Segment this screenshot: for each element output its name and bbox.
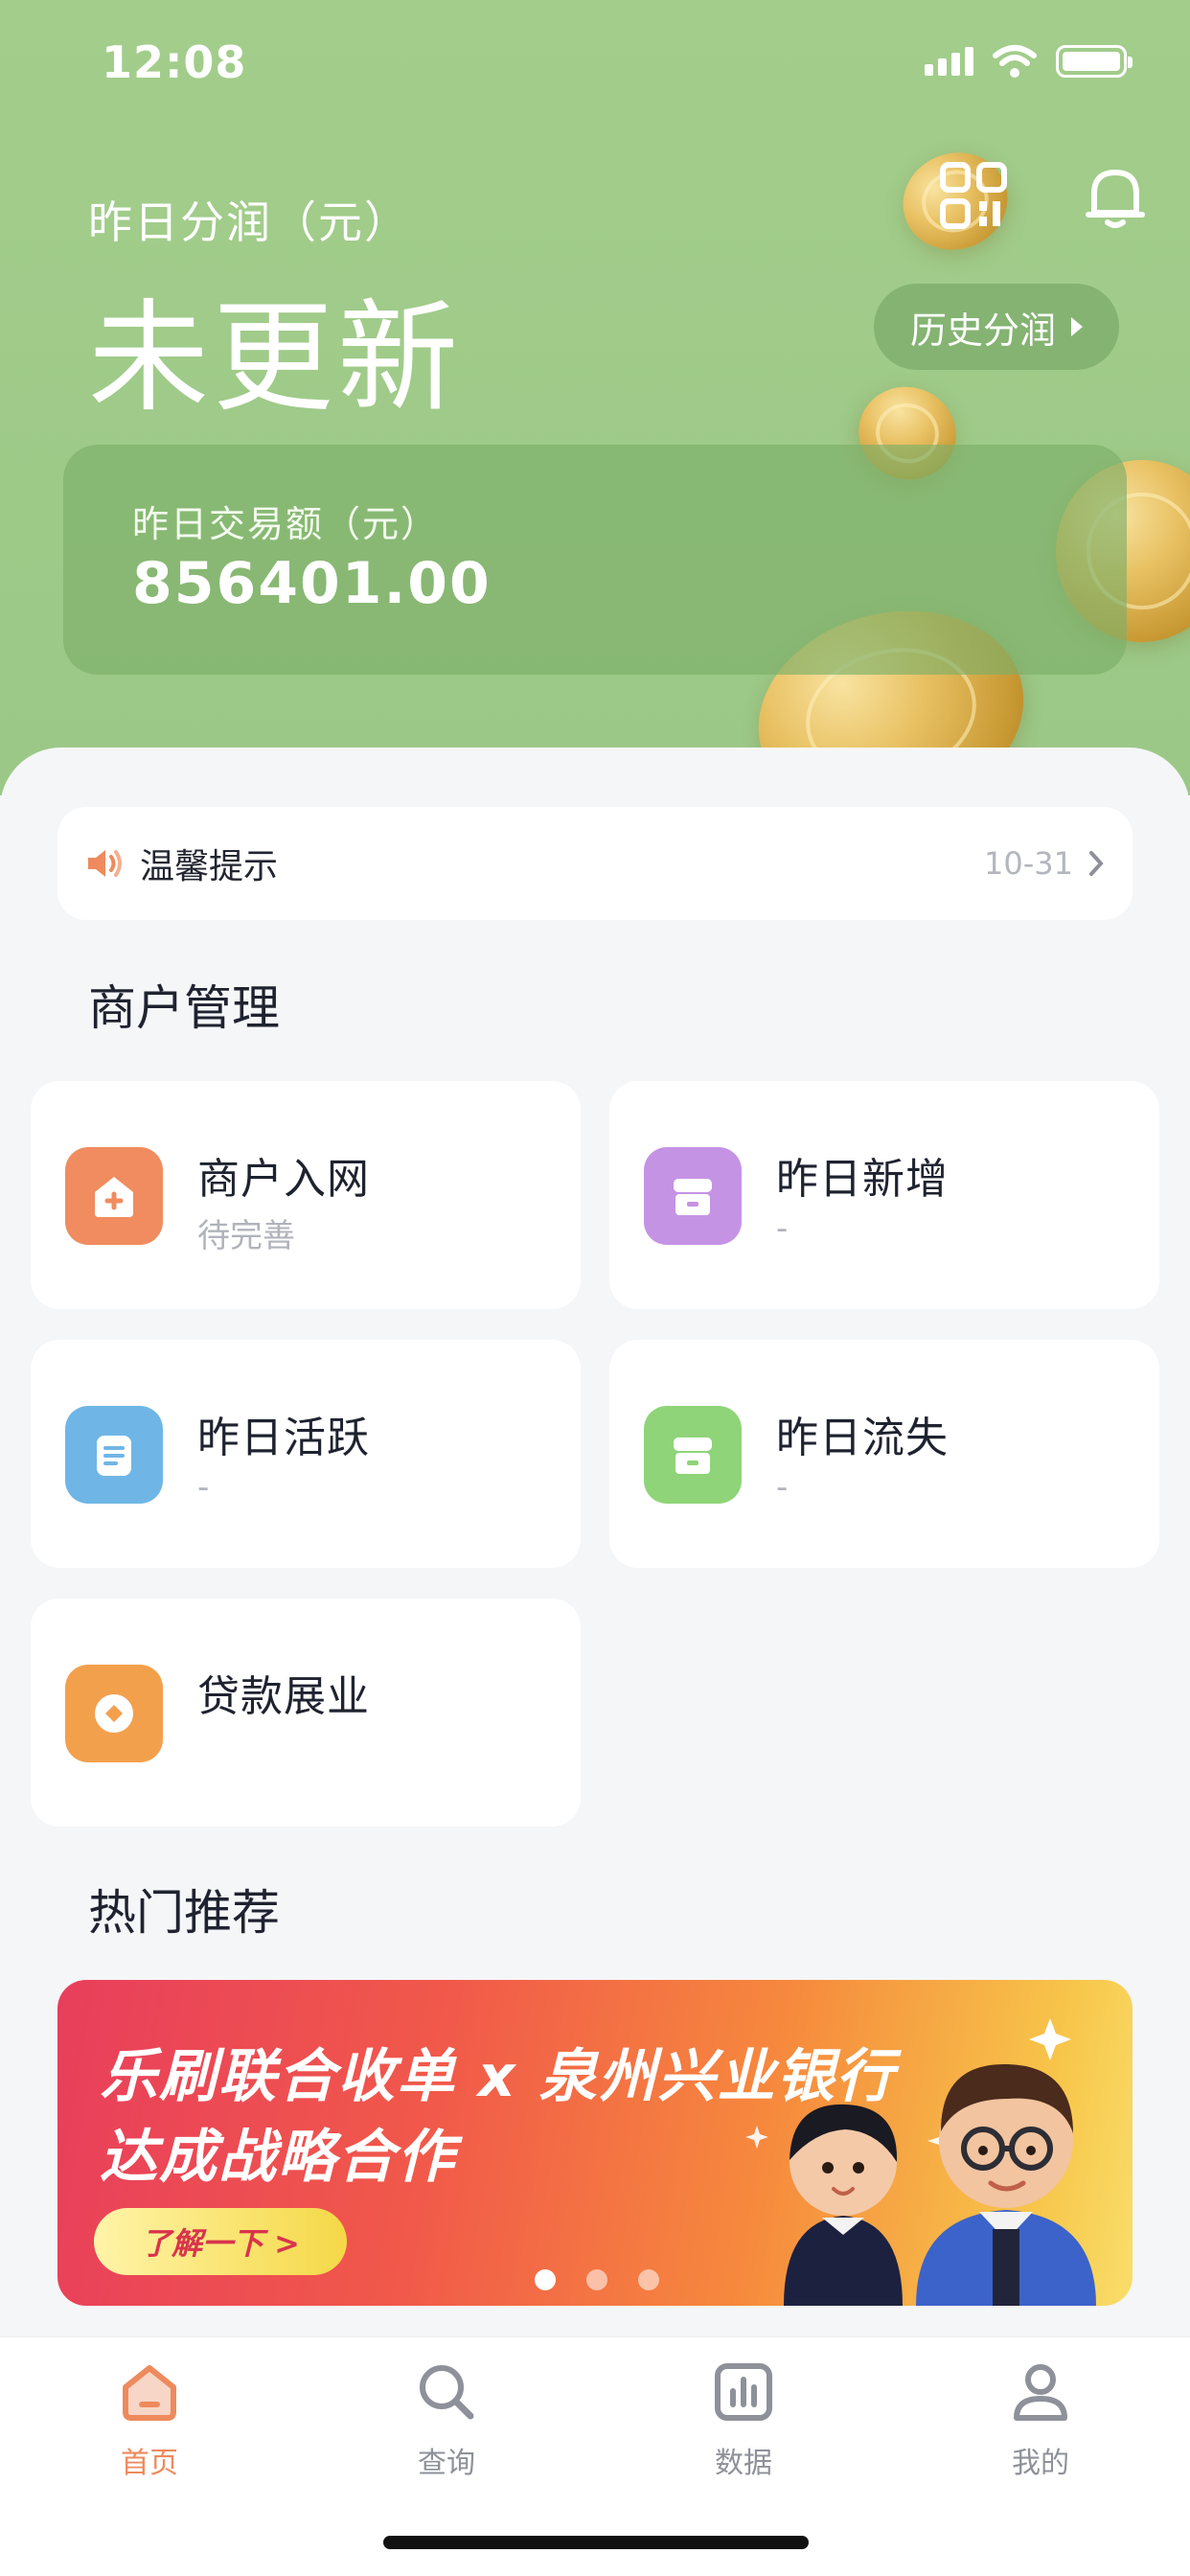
shop-lost-icon — [644, 1406, 742, 1504]
status-icons — [925, 44, 1133, 79]
notice-date: 10-31 — [984, 845, 1073, 882]
wifi-icon — [993, 45, 1037, 78]
cellular-signal-icon — [925, 47, 973, 76]
transaction-label: 昨日交易额（元） — [132, 503, 440, 545]
status-time: 12:08 — [102, 36, 247, 88]
tab-label: 我的 — [1012, 2447, 1069, 2480]
main-content: 温馨提示 10-31 商户管理 商户入网 待完善 昨日新增 - 昨日活跃 - 昨… — [0, 748, 1190, 2338]
tile-new-yesterday[interactable]: 昨日新增 - — [609, 1081, 1159, 1309]
tab-data[interactable]: 数据 — [648, 2358, 839, 2481]
carousel-dot[interactable] — [586, 2269, 607, 2290]
transaction-value: 856401.00 — [132, 550, 492, 617]
tab-label: 数据 — [715, 2447, 772, 2480]
user-icon — [1014, 2364, 1067, 2421]
tile-subtitle: 待完善 — [197, 1217, 295, 1255]
tile-title: 贷款展业 — [197, 1672, 370, 1721]
tile-title: 商户入网 — [197, 1155, 370, 1204]
banner-learn-more-button[interactable]: 了解一下 > — [94, 2208, 347, 2275]
document-icon — [65, 1406, 163, 1504]
tab-home[interactable]: 首页 — [54, 2358, 245, 2481]
chart-icon — [715, 2363, 772, 2421]
tile-title: 昨日活跃 — [197, 1414, 370, 1462]
tile-subtitle: - — [776, 1468, 789, 1506]
profit-value: 未更新 — [88, 288, 462, 428]
carousel-indicator[interactable] — [535, 2269, 659, 2290]
tab-search[interactable]: 查询 — [351, 2358, 542, 2481]
profit-label: 昨日分润（元） — [88, 196, 410, 248]
tile-lost-yesterday[interactable]: 昨日流失 - — [609, 1340, 1159, 1568]
tile-subtitle: - — [197, 1468, 210, 1506]
home-indicator — [383, 2536, 809, 2549]
banner-characters-illustration — [745, 2018, 1096, 2306]
merchant-section-title: 商户管理 — [88, 980, 280, 1036]
history-profit-label: 历史分润 — [909, 309, 1056, 352]
bell-icon[interactable] — [1081, 161, 1150, 230]
store-add-icon — [65, 1147, 163, 1245]
tile-title: 昨日流失 — [776, 1414, 949, 1462]
promo-banner[interactable]: 乐刷联合收单 x 泉州兴业银行 达成战略合作 了解一下 > — [57, 1980, 1133, 2306]
banner-subheadline: 达成战略合作 — [100, 2124, 456, 2191]
loan-icon — [65, 1665, 163, 1762]
tile-subtitle: - — [776, 1209, 789, 1248]
notice-bar[interactable]: 温馨提示 10-31 — [57, 807, 1133, 920]
history-profit-button[interactable]: 历史分润 — [874, 284, 1119, 370]
carousel-dot[interactable] — [535, 2269, 556, 2290]
speaker-icon — [88, 850, 122, 877]
tile-active-yesterday[interactable]: 昨日活跃 - — [31, 1340, 581, 1568]
header: 12:08 昨日分润（元） 未更新 历史分润 昨日交易额（元） 856401.0… — [0, 0, 1190, 795]
tab-label: 首页 — [121, 2447, 178, 2480]
chevron-right-icon — [1089, 851, 1104, 876]
tab-label: 查询 — [418, 2447, 475, 2480]
search-icon — [420, 2365, 474, 2420]
tile-loan-business[interactable]: 贷款展业 — [31, 1598, 581, 1827]
tile-title: 昨日新增 — [776, 1155, 949, 1204]
tile-merchant-onboard[interactable]: 商户入网 待完善 — [31, 1081, 581, 1309]
carousel-dot[interactable] — [638, 2269, 659, 2290]
battery-icon — [1056, 45, 1133, 78]
shop-new-icon — [644, 1147, 742, 1245]
notice-text: 温馨提示 — [140, 847, 279, 886]
home-icon — [123, 2365, 176, 2421]
qr-code-icon[interactable] — [939, 161, 1008, 230]
triangle-right-icon — [1071, 317, 1083, 336]
tab-me[interactable]: 我的 — [945, 2358, 1136, 2481]
transaction-card: 昨日交易额（元） 856401.00 — [63, 445, 1127, 675]
hot-section-title: 热门推荐 — [88, 1885, 280, 1941]
